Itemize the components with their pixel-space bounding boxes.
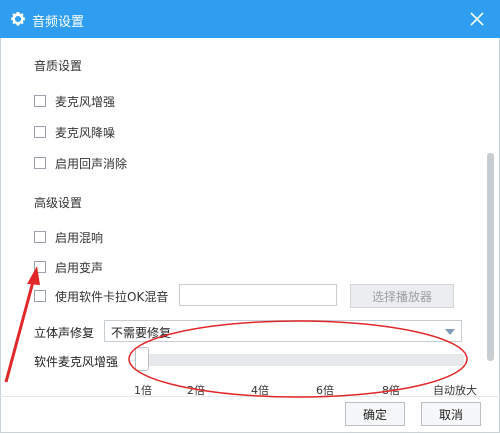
checkbox-box[interactable] xyxy=(34,261,46,273)
checkbox-box[interactable] xyxy=(34,231,46,243)
checkbox-box[interactable] xyxy=(34,157,46,169)
mic-boost-slider-track[interactable] xyxy=(141,354,464,366)
checkbox-mic-enhance[interactable]: 麦克风增强 xyxy=(34,93,115,109)
stereo-repair-label: 立体声修复 xyxy=(34,326,95,340)
section-title-advanced: 高级设置 xyxy=(34,196,83,210)
dropdown-arrow-icon[interactable] xyxy=(445,329,455,335)
checkbox-reverb[interactable]: 启用混响 xyxy=(34,229,103,245)
checkbox-karaoke-mix[interactable]: 使用软件卡拉OK混音 xyxy=(34,288,168,304)
select-value: 不需要修复 xyxy=(111,326,172,340)
checkbox-echo-cancel[interactable]: 启用回声消除 xyxy=(34,155,127,171)
scrollbar-thumb[interactable] xyxy=(487,153,494,361)
cancel-button[interactable]: 取消 xyxy=(421,402,481,426)
checkbox-box[interactable] xyxy=(34,95,46,107)
checkbox-label: 麦克风增强 xyxy=(55,94,116,109)
section-title-quality: 音质设置 xyxy=(34,59,83,73)
choose-player-button[interactable]: 选择播放器 xyxy=(350,284,454,308)
checkbox-label: 启用回声消除 xyxy=(55,156,128,171)
ok-button[interactable]: 确定 xyxy=(345,402,405,426)
checkbox-box[interactable] xyxy=(34,290,46,302)
checkbox-box[interactable] xyxy=(34,126,46,138)
mic-boost-label: 软件麦克风增强 xyxy=(34,355,119,369)
checkbox-label: 启用变声 xyxy=(55,260,104,275)
checkbox-label: 麦克风降噪 xyxy=(55,125,116,140)
mic-boost-slider-thumb[interactable] xyxy=(135,347,149,371)
footer-divider xyxy=(0,396,500,397)
checkbox-label: 使用软件卡拉OK混音 xyxy=(55,289,169,304)
title-bar: 音频设置 xyxy=(0,0,500,38)
window-title: 音频设置 xyxy=(32,15,85,30)
close-icon[interactable] xyxy=(466,8,488,30)
checkbox-label: 启用混响 xyxy=(55,230,104,245)
player-path-input[interactable] xyxy=(179,284,337,306)
stereo-repair-select[interactable]: 不需要修复 xyxy=(104,320,462,342)
gear-icon xyxy=(11,11,25,26)
checkbox-voice-change[interactable]: 启用变声 xyxy=(34,259,103,275)
checkbox-mic-denoise[interactable]: 麦克风降噪 xyxy=(34,124,115,140)
